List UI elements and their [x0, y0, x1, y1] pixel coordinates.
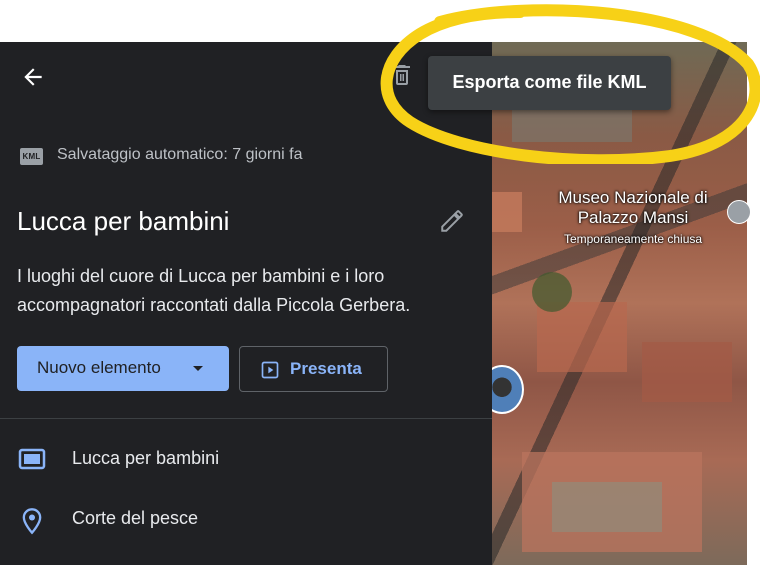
arrow-back-icon[interactable]: [20, 64, 46, 90]
map-courtyard: [552, 482, 662, 532]
layer-item-label: Corte del pesce: [72, 508, 199, 528]
new-item-button[interactable]: Nuovo elemento: [17, 346, 229, 391]
divider: [0, 418, 492, 419]
autosave-status: Salvataggio automatico: 7 giorni fa: [57, 146, 303, 163]
map-building: [537, 302, 627, 372]
highlight-annotation: [380, 4, 760, 164]
layer-item-corte-del-pesce[interactable]: Corte del pesce: [0, 494, 492, 544]
present-play-icon: [261, 361, 279, 379]
map-building: [492, 192, 522, 232]
place-pin-icon: [22, 508, 42, 535]
layer-item-label: Lucca per bambini: [72, 448, 220, 468]
map-description: I luoghi del cuore di Lucca per bambini …: [17, 266, 411, 315]
map-poi-status: Temporaneamente chiusa: [563, 232, 703, 246]
kml-icon: KML: [20, 148, 43, 165]
layer-item-lucca-per-bambini[interactable]: Lucca per bambini: [0, 434, 492, 484]
present-button[interactable]: Presenta: [239, 346, 388, 392]
present-button-label: Presenta: [290, 359, 362, 378]
museum-marker-icon[interactable]: [727, 200, 751, 224]
caret-down-icon: [193, 366, 203, 371]
map-title[interactable]: Lucca per bambini: [17, 206, 229, 237]
map-building: [642, 342, 732, 402]
edit-pencil-icon[interactable]: [439, 208, 465, 234]
layer-icon: [18, 448, 46, 470]
new-item-button-label: Nuovo elemento: [37, 358, 161, 377]
map-poi-name[interactable]: Museo Nazionale di Palazzo Mansi: [548, 188, 718, 228]
map-tree: [532, 272, 572, 312]
